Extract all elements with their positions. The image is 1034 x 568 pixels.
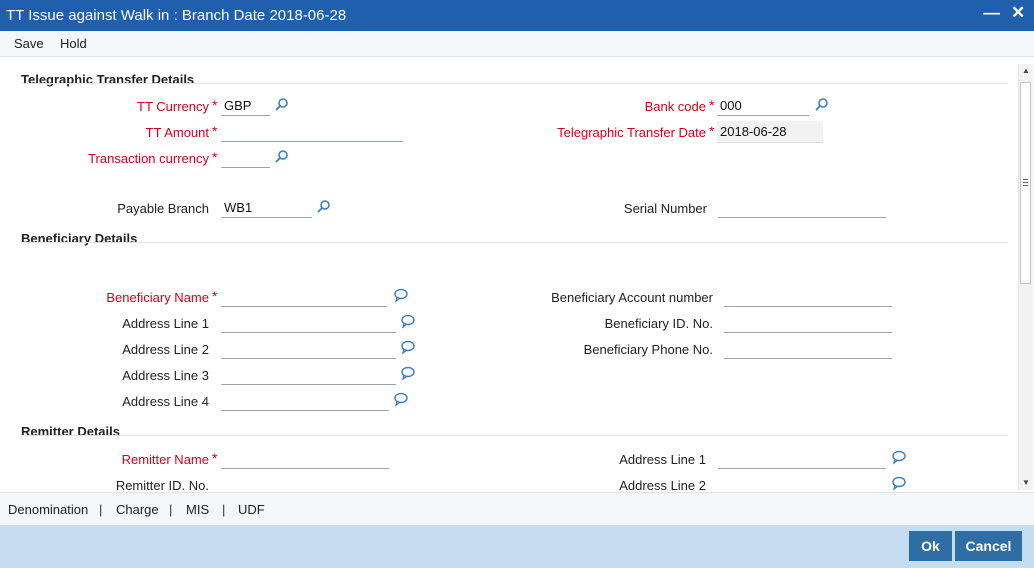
remitter-address-line-2-label: Address Line 2 (619, 478, 706, 491)
section-divider (21, 435, 1008, 436)
tab-mis[interactable]: MIS (186, 502, 209, 517)
remitter-address-line-1-input[interactable] (718, 449, 886, 469)
scroll-up-arrow-icon[interactable]: ▲ (1022, 66, 1030, 75)
scroll-down-arrow-icon[interactable]: ▼ (1022, 478, 1030, 487)
beneficiary-address-line-2-label: Address Line 2 (122, 342, 209, 357)
beneficiary-id-label: Beneficiary ID. No. (604, 316, 713, 331)
beneficiary-address-line-4-label: Address Line 4 (122, 394, 209, 409)
tab-separator: | (169, 502, 173, 517)
beneficiary-address-line-3-input[interactable] (221, 365, 396, 385)
scrollbar-grip (1023, 182, 1028, 183)
beneficiary-address-line-2-input[interactable] (221, 339, 396, 359)
speech-bubble-icon[interactable] (393, 391, 409, 407)
tab-separator: | (222, 502, 226, 517)
section-divider (21, 83, 1008, 84)
beneficiary-address-line-4-input[interactable] (221, 391, 389, 411)
beneficiary-account-input[interactable] (724, 287, 892, 307)
beneficiary-details-heading: Beneficiary Details (21, 231, 138, 246)
scrollbar-grip (1023, 185, 1028, 186)
subscreen-tab-bar: Denomination | Charge | MIS | UDF (0, 492, 1034, 526)
search-icon[interactable] (274, 149, 290, 165)
tt-currency-input[interactable] (221, 96, 270, 116)
form-content: Telegraphic Transfer Details TT Currency… (0, 57, 1034, 491)
tt-currency-label: TT Currency (137, 99, 209, 114)
footer-bar: Ok Cancel (0, 525, 1034, 568)
tt-date-input[interactable] (717, 121, 823, 143)
cancel-button[interactable]: Cancel (955, 531, 1022, 561)
tt-amount-input[interactable] (221, 122, 403, 142)
beneficiary-name-input[interactable] (221, 287, 387, 307)
save-menu-item[interactable]: Save (14, 36, 44, 51)
search-icon[interactable] (316, 199, 332, 215)
tab-charge[interactable]: Charge (116, 502, 159, 517)
search-icon[interactable] (814, 97, 830, 113)
tt-date-label: Telegraphic Transfer Date (557, 125, 706, 140)
speech-bubble-icon[interactable] (400, 339, 416, 355)
speech-bubble-icon[interactable] (400, 313, 416, 329)
speech-bubble-icon[interactable] (400, 365, 416, 381)
beneficiary-phone-input[interactable] (724, 339, 892, 359)
bank-code-input[interactable] (717, 96, 809, 116)
speech-bubble-icon[interactable] (393, 287, 409, 303)
required-marker: * (212, 97, 218, 113)
scrollbar-thumb[interactable] (1020, 82, 1031, 284)
vertical-scrollbar[interactable]: ▲ ▼ (1018, 64, 1033, 490)
remitter-name-input[interactable] (221, 449, 389, 469)
payable-branch-input[interactable] (221, 198, 312, 218)
payable-branch-label: Payable Branch (117, 201, 209, 216)
tt-details-heading: Telegraphic Transfer Details (21, 72, 195, 87)
serial-number-input[interactable] (718, 198, 886, 218)
section-divider (21, 242, 1008, 243)
minimize-icon[interactable]: — (983, 3, 1000, 23)
beneficiary-phone-label: Beneficiary Phone No. (583, 342, 713, 357)
tab-denomination[interactable]: Denomination (8, 502, 88, 517)
required-marker: * (212, 288, 218, 304)
transaction-currency-label: Transaction currency (88, 151, 209, 166)
required-marker: * (709, 97, 715, 113)
required-marker: * (212, 123, 218, 139)
required-marker: * (212, 450, 218, 466)
required-marker: * (709, 123, 715, 139)
beneficiary-id-input[interactable] (724, 313, 892, 333)
beneficiary-address-line-1-label: Address Line 1 (122, 316, 209, 331)
search-icon[interactable] (274, 97, 290, 113)
ok-button[interactable]: Ok (909, 531, 952, 561)
bank-code-label: Bank code (644, 99, 706, 114)
beneficiary-address-line-3-label: Address Line 3 (122, 368, 209, 383)
transaction-currency-input[interactable] (221, 148, 270, 168)
remitter-name-label: Remitter Name (121, 452, 209, 467)
menu-bar: Save Hold (0, 31, 1034, 57)
window-title: TT Issue against Walk in : Branch Date 2… (6, 7, 347, 24)
window-titlebar: TT Issue against Walk in : Branch Date 2… (0, 0, 1034, 31)
required-marker: * (212, 149, 218, 165)
serial-number-label: Serial Number (623, 201, 707, 216)
remitter-details-heading: Remitter Details (21, 424, 120, 439)
beneficiary-name-label: Beneficiary Name (106, 290, 209, 305)
beneficiary-account-label: Beneficiary Account number (551, 290, 713, 305)
remitter-id-label: Remitter ID. No. (115, 478, 209, 491)
speech-bubble-icon[interactable] (891, 475, 907, 491)
tab-separator: | (99, 502, 103, 517)
tab-udf[interactable]: UDF (238, 502, 265, 517)
beneficiary-address-line-1-input[interactable] (221, 313, 396, 333)
remitter-address-line-1-label: Address Line 1 (619, 452, 706, 467)
close-icon[interactable]: ✕ (1011, 3, 1025, 23)
scrollbar-grip (1023, 179, 1028, 180)
tt-amount-label: TT Amount (145, 125, 209, 140)
speech-bubble-icon[interactable] (891, 449, 907, 465)
hold-menu-item[interactable]: Hold (60, 36, 87, 51)
